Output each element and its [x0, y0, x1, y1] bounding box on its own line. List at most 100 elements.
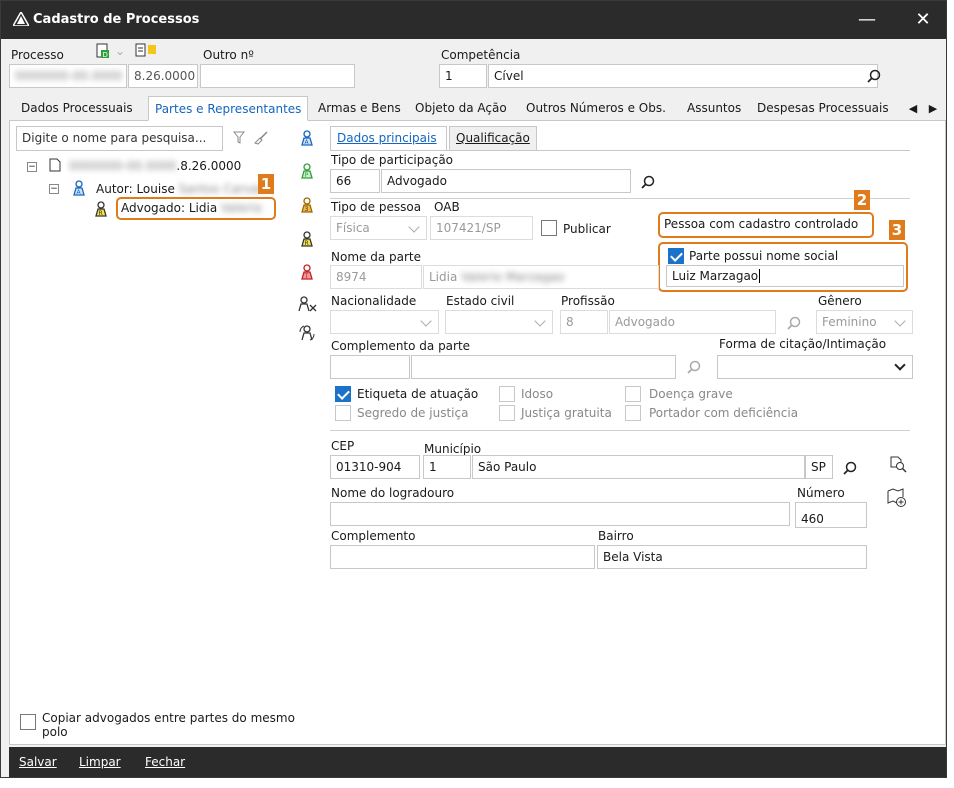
- publicar-checkbox[interactable]: [541, 220, 557, 236]
- search-icon[interactable]: [685, 358, 703, 376]
- profissao-code[interactable]: 8: [560, 310, 608, 334]
- tab-assuntos[interactable]: Assuntos: [681, 96, 747, 121]
- cep-label: CEP: [331, 439, 355, 453]
- etiqueta-checkbox[interactable]: [335, 386, 351, 402]
- callout-badge-2: 2: [854, 190, 870, 210]
- add-other-party-icon[interactable]: T: [298, 262, 316, 282]
- tab-despesas-processuais[interactable]: Despesas Processuais: [751, 96, 895, 121]
- tree-search-input[interactable]: Digite o nome para pesquisa...: [16, 126, 223, 151]
- add-map-icon[interactable]: [885, 487, 909, 509]
- tab-scroll-left-icon[interactable]: ◀: [906, 100, 920, 116]
- nome-social-checkbox[interactable]: [668, 248, 684, 264]
- chevron-down-icon[interactable]: ⌄: [114, 44, 126, 58]
- justica-gratuita-checkbox[interactable]: [499, 405, 515, 421]
- outro-numero-field[interactable]: [200, 64, 355, 88]
- svg-text:D: D: [103, 51, 108, 59]
- nacionalidade-label: Nacionalidade: [331, 294, 417, 308]
- swap-person-icon[interactable]: [296, 323, 318, 343]
- idoso-label: Idoso: [521, 387, 554, 401]
- tab-scroll-right-icon[interactable]: ▶: [926, 100, 940, 116]
- genero-select[interactable]: Feminino: [816, 310, 913, 334]
- processo-prefix-field[interactable]: 0000000-00.0000: [9, 64, 127, 88]
- tree-root-label[interactable]: 0000000-00.0000.8.26.0000: [69, 159, 241, 173]
- search-icon[interactable]: [639, 173, 657, 191]
- limpar-button[interactable]: Limpar: [79, 755, 121, 769]
- tipo-pessoa-select[interactable]: Física: [330, 216, 427, 240]
- copiar-advogados-checkbox[interactable]: [20, 714, 36, 730]
- nome-parte-code[interactable]: 8974: [330, 265, 422, 289]
- filter-icon[interactable]: [231, 130, 247, 146]
- subtab-dados-principais[interactable]: Dados principais: [330, 126, 447, 151]
- complemento-parte-name[interactable]: [411, 355, 676, 379]
- add-representative-icon[interactable]: R: [298, 229, 316, 249]
- notes-icon[interactable]: [135, 43, 157, 59]
- processo-label: Processo: [11, 48, 64, 62]
- complemento-parte-code[interactable]: [330, 355, 410, 379]
- deficiencia-checkbox[interactable]: [625, 405, 641, 421]
- close-button[interactable]: ✕: [903, 5, 943, 35]
- svg-text:R: R: [99, 210, 103, 217]
- outro-numero-label: Outro nº: [203, 48, 254, 62]
- idoso-checkbox[interactable]: [499, 386, 515, 402]
- logradouro-field[interactable]: [330, 502, 790, 526]
- profissao-name[interactable]: Advogado: [609, 310, 776, 334]
- address-lookup-icon[interactable]: [887, 453, 909, 475]
- salvar-button[interactable]: Salvar: [19, 755, 57, 769]
- add-author-icon[interactable]: A: [298, 128, 316, 148]
- tree-advogado-label[interactable]: Advogado: Lidia Valerio: [121, 201, 262, 215]
- profissao-label: Profissão: [561, 294, 615, 308]
- tab-dados-processuais[interactable]: Dados Processuais: [15, 96, 139, 121]
- segredo-checkbox[interactable]: [335, 405, 351, 421]
- subtab-qualificacao[interactable]: Qualificação: [449, 126, 537, 151]
- search-icon[interactable]: [841, 459, 859, 477]
- numero-label: Número: [797, 486, 845, 500]
- fechar-button[interactable]: Fechar: [145, 755, 185, 769]
- tab-armas-bens[interactable]: Armas e Bens: [312, 96, 407, 121]
- doenca-grave-checkbox[interactable]: [625, 386, 641, 402]
- document-d-icon[interactable]: D: [95, 43, 111, 59]
- municipio-code[interactable]: 1: [423, 455, 471, 479]
- tree-autor-label[interactable]: Autor: Louise Santos Carval: [96, 182, 262, 196]
- forma-citacao-label: Forma de citação/Intimação: [719, 337, 887, 351]
- app-icon: [11, 10, 31, 29]
- add-third-party-icon[interactable]: 3: [298, 195, 316, 215]
- search-icon[interactable]: [865, 67, 883, 85]
- uf-field[interactable]: SP: [805, 455, 833, 479]
- nacionalidade-select[interactable]: [330, 310, 439, 334]
- document-icon: [48, 157, 62, 173]
- window: Cadastro de Processos — ✕ Processo D ⌄ O…: [0, 0, 947, 778]
- minimize-button[interactable]: —: [847, 5, 887, 35]
- tab-outros-numeros[interactable]: Outros Números e Obs.: [520, 96, 672, 121]
- processo-suffix-field[interactable]: 8.26.0000: [128, 64, 198, 88]
- title-bar: Cadastro de Processos — ✕: [1, 1, 946, 39]
- justica-gratuita-label: Justiça gratuita: [521, 406, 612, 420]
- competencia-name-field[interactable]: Cível: [488, 64, 878, 88]
- tree-collapse-icon[interactable]: −: [27, 162, 37, 172]
- municipio-name[interactable]: São Paulo: [472, 455, 805, 479]
- bairro-field[interactable]: Bela Vista: [597, 545, 867, 569]
- tipo-participacao-name[interactable]: Advogado: [381, 169, 631, 193]
- complemento-label: Complemento: [331, 529, 416, 543]
- tipo-participacao-code[interactable]: 66: [330, 169, 380, 193]
- etiqueta-label: Etiqueta de atuação: [357, 387, 479, 401]
- forma-citacao-select[interactable]: [717, 355, 913, 379]
- nome-parte-name[interactable]: Lidia Valerio Marzagao: [423, 265, 659, 289]
- numero-field[interactable]: 460: [795, 502, 867, 528]
- tree-collapse-icon[interactable]: −: [49, 184, 59, 194]
- tab-objeto-acao[interactable]: Objeto da Ação: [409, 96, 513, 121]
- oab-field[interactable]: 107421/SP: [430, 216, 533, 240]
- logradouro-label: Nome do logradouro: [331, 486, 455, 500]
- nome-social-input[interactable]: Luiz Marzagao: [666, 265, 904, 287]
- clear-brush-icon[interactable]: [253, 130, 269, 146]
- competencia-code-field[interactable]: 1: [439, 64, 487, 88]
- cep-field[interactable]: 01310-904: [330, 455, 420, 479]
- add-defendant-icon[interactable]: P: [298, 161, 316, 181]
- estado-civil-select[interactable]: [445, 310, 553, 334]
- doenca-grave-label: Doença grave: [649, 387, 733, 401]
- callout-badge-1: 1: [258, 174, 274, 194]
- remove-person-icon[interactable]: [296, 294, 318, 314]
- tab-partes-representantes[interactable]: Partes e Representantes: [148, 96, 309, 121]
- complemento-field[interactable]: [330, 545, 595, 569]
- publicar-label: Publicar: [563, 222, 611, 236]
- search-icon[interactable]: [785, 314, 803, 332]
